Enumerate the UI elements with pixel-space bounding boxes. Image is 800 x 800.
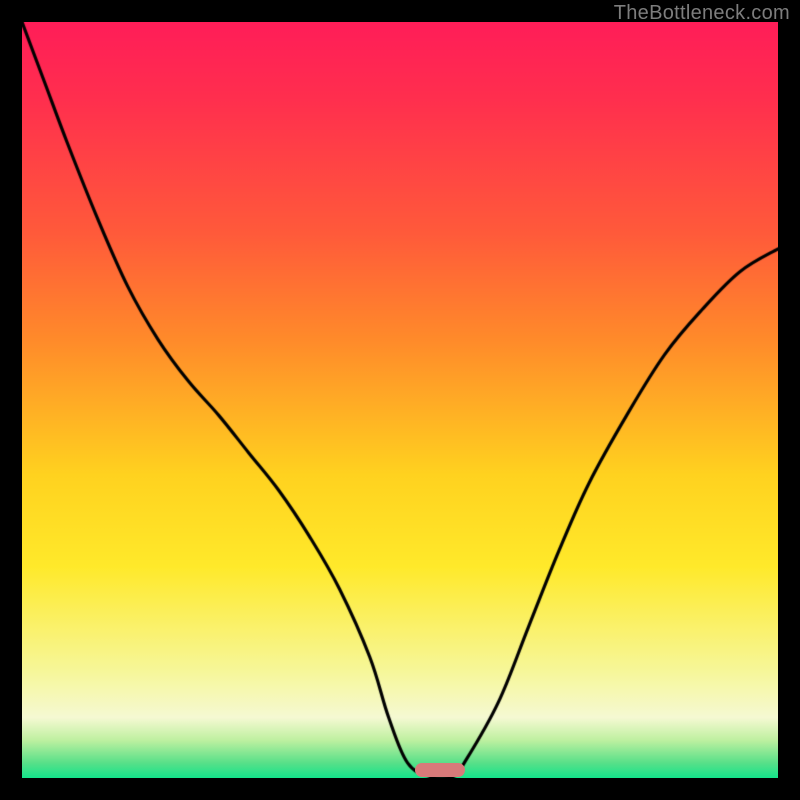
chart-plot-area <box>22 22 778 778</box>
optimum-marker <box>415 763 465 777</box>
watermark-text: TheBottleneck.com <box>614 2 790 25</box>
chart-frame: TheBottleneck.com <box>0 0 800 800</box>
bottleneck-curve <box>22 22 778 778</box>
